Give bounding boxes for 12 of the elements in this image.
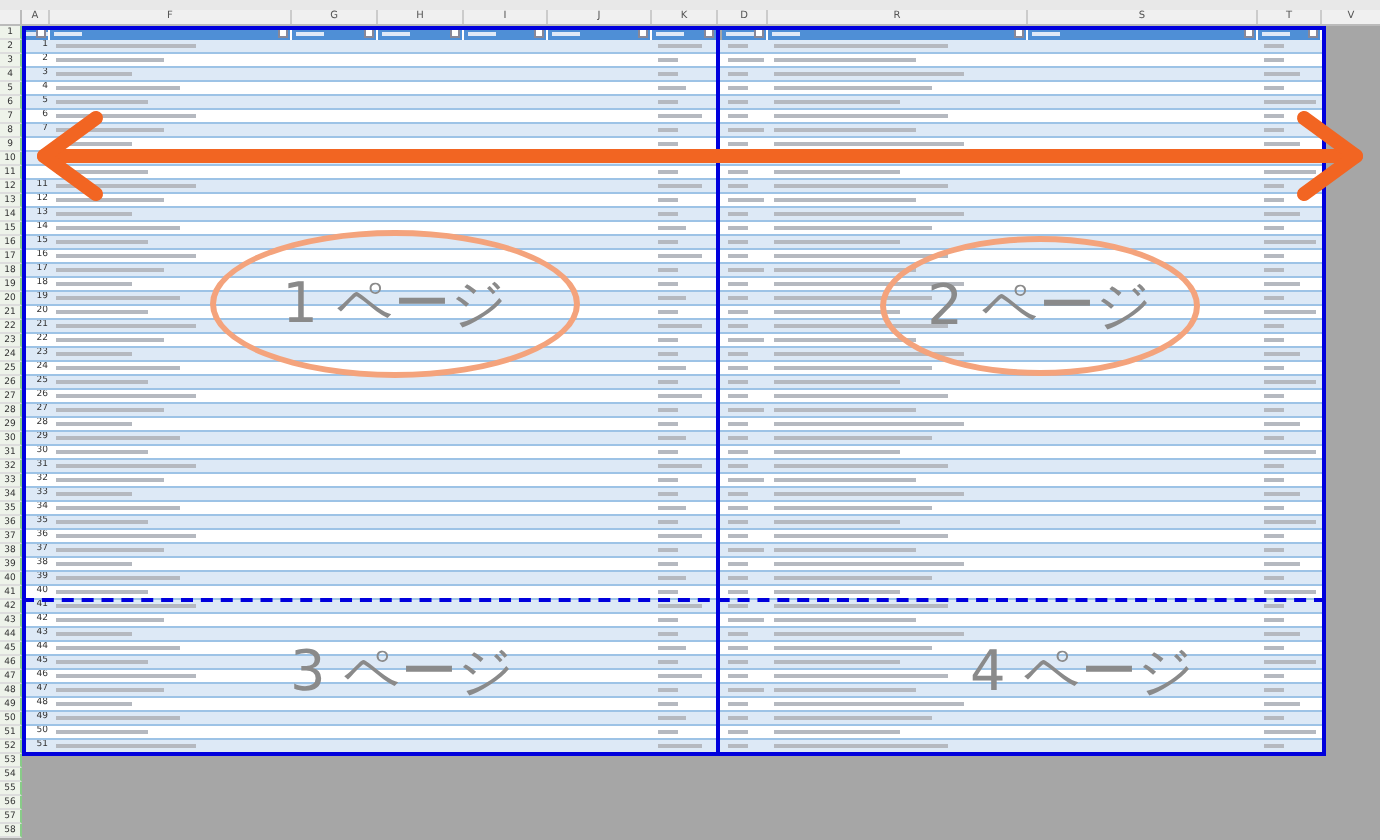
filter-button[interactable] [534,28,544,38]
filter-button[interactable] [1014,28,1024,38]
page-break-line[interactable] [22,598,1326,602]
filter-button[interactable] [638,28,648,38]
filter-button[interactable] [450,28,460,38]
filter-button[interactable] [1244,28,1254,38]
filter-button[interactable] [1308,28,1318,38]
filter-button[interactable] [278,28,288,38]
filter-button[interactable] [36,28,46,38]
filter-button[interactable] [704,28,714,38]
filter-button[interactable] [754,28,764,38]
filter-button[interactable] [364,28,374,38]
